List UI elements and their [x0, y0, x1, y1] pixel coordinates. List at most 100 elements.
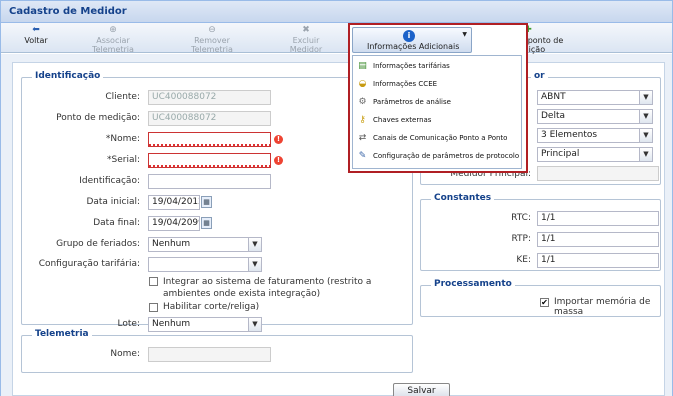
data-final-label: Data final:: [93, 218, 140, 228]
menu-item-protocol[interactable]: ✎ Configuração de parâmetros de protocol…: [353, 148, 521, 165]
data-final-field[interactable]: 19/04/2099: [148, 216, 200, 231]
ke-label: KE:: [516, 255, 531, 265]
data-inicial-field[interactable]: 19/04/2012: [148, 195, 200, 210]
protocol-icon: ✎: [358, 151, 367, 161]
toolbar: ⬅ Voltar ⊕ Associar Telemetria ⊖ Remover…: [1, 23, 672, 54]
norm-select[interactable]: ABNT ▼: [537, 90, 653, 105]
content-area: Identificação Cliente: UC400088072 Ponto…: [1, 54, 672, 396]
grupo-feriados-value: Nenhum: [152, 239, 191, 249]
key-icon: ⚷: [359, 115, 366, 125]
rtc-label: RTC:: [511, 213, 531, 223]
processamento-fieldset: Processamento ✔ Importar memória de mass…: [420, 279, 661, 317]
config-tarifaria-select[interactable]: ▼: [148, 257, 262, 272]
connection-value: Delta: [541, 111, 566, 121]
processamento-legend: Processamento: [431, 279, 515, 289]
window-title: Cadastro de Medidor: [9, 6, 127, 17]
telemetria-nome-field[interactable]: [148, 347, 271, 362]
calendar-icon[interactable]: ▦: [201, 196, 212, 208]
menu-item-label: Informações tarifárias: [373, 62, 450, 70]
constantes-legend: Constantes: [431, 193, 495, 203]
form-panel: Identificação Cliente: UC400088072 Ponto…: [12, 62, 665, 396]
menu-item-label: Configuração de parâmetros de protocolo: [373, 152, 520, 160]
back-label: Voltar: [24, 36, 48, 45]
save-button[interactable]: Salvar: [393, 383, 450, 396]
rtc-field[interactable]: 1/1: [537, 211, 659, 226]
chevron-down-icon[interactable]: ▼: [248, 238, 261, 251]
chevron-down-icon[interactable]: ▼: [639, 148, 652, 161]
lote-label: Lote:: [117, 319, 140, 329]
lote-value: Nenhum: [152, 319, 191, 329]
delete-meter-button[interactable]: ✖ Excluir Medidor: [277, 25, 335, 54]
cliente-field[interactable]: UC400088072: [148, 90, 271, 105]
serial-field[interactable]: [148, 153, 271, 168]
identificacao-field[interactable]: [148, 174, 271, 189]
elements-select[interactable]: 3 Elementos ▼: [537, 128, 653, 143]
remove-telemetry-button[interactable]: ⊖ Remover Telemetria: [174, 25, 250, 54]
menu-item-tariff[interactable]: ▤ Informações tarifárias: [353, 58, 521, 75]
importar-label: Importar memória de massa: [554, 297, 651, 317]
grupo-feriados-label: Grupo de feriados:: [56, 239, 140, 249]
menu-item-label: Chaves externas: [373, 116, 432, 124]
rtp-label: RTP:: [511, 234, 531, 244]
type-select[interactable]: Principal ▼: [537, 147, 653, 162]
cliente-label: Cliente:: [105, 92, 140, 102]
grupo-feriados-select[interactable]: Nenhum ▼: [148, 237, 262, 252]
rtp-field[interactable]: 1/1: [537, 232, 659, 247]
nome-field[interactable]: [148, 132, 271, 147]
chevron-down-icon[interactable]: ▼: [639, 110, 652, 123]
elements-value: 3 Elementos: [541, 130, 598, 140]
identificacao-legend: Identificação: [32, 71, 104, 81]
delete-label: Excluir Medidor: [289, 36, 323, 54]
additional-info-label: Informações Adicionais: [367, 42, 460, 51]
gear-icon: ⚙: [358, 97, 367, 107]
nome-label: *Nome:: [105, 134, 140, 144]
integrar-label: Integrar ao sistema de faturamento (rest…: [163, 277, 372, 299]
menu-item-label: Canais de Comunicação Ponto a Ponto: [373, 134, 508, 142]
title-bar: Cadastro de Medidor: [1, 1, 672, 23]
associate-telemetry-button[interactable]: ⊕ Associar Telemetria: [75, 25, 151, 54]
menu-item-ccee[interactable]: ◒ Informações CCEE: [353, 76, 521, 93]
menu-item-keys[interactable]: ⚷ Chaves externas: [353, 112, 521, 129]
integrar-checkbox[interactable]: [149, 277, 158, 286]
medidor-principal-field[interactable]: [537, 166, 659, 181]
meter-params-legend: or: [531, 71, 548, 81]
ponto-field[interactable]: UC400088072: [148, 111, 271, 126]
importar-checkbox[interactable]: ✔: [540, 298, 549, 307]
calendar-icon[interactable]: ▦: [201, 217, 212, 229]
chevron-down-icon[interactable]: ▼: [639, 129, 652, 142]
connection-select[interactable]: Delta ▼: [537, 109, 653, 124]
info-icon: i: [403, 30, 415, 42]
back-button[interactable]: ⬅ Voltar: [19, 25, 53, 45]
ccee-icon: ◒: [358, 79, 367, 89]
chevron-down-icon[interactable]: ▼: [639, 91, 652, 104]
habilitar-label: Habilitar corte/religa): [163, 302, 260, 312]
chevron-down-icon[interactable]: ▼: [248, 318, 261, 331]
tariff-icon: ▤: [358, 61, 367, 71]
type-value: Principal: [541, 149, 580, 159]
telemetria-nome-label: Nome:: [110, 349, 140, 359]
telemetria-fieldset: Telemetria Nome:: [21, 329, 413, 373]
associate-label: Associar Telemetria: [92, 36, 134, 54]
menu-item-channels[interactable]: ⇄ Canais de Comunicação Ponto a Ponto: [353, 130, 521, 147]
constantes-fieldset: Constantes RTC: 1/1 RTP: 1/1 KE: 1/1: [420, 193, 661, 271]
telemetria-legend: Telemetria: [32, 329, 92, 339]
window: Cadastro de Medidor ⬅ Voltar ⊕ Associar …: [0, 0, 673, 396]
ke-field[interactable]: 1/1: [537, 253, 659, 268]
habilitar-checkbox[interactable]: [149, 303, 158, 312]
additional-info-button[interactable]: i Informações Adicionais ▼: [352, 27, 472, 53]
additional-info-menu: i Informações Adicionais ▼ ▤ Informações…: [348, 23, 528, 173]
channels-icon: ⇄: [358, 133, 367, 143]
lote-select[interactable]: Nenhum ▼: [148, 317, 262, 332]
data-inicial-label: Data inicial:: [86, 197, 140, 207]
back-arrow-icon: ⬅: [32, 25, 40, 35]
chevron-down-icon: ▼: [462, 31, 467, 38]
delete-icon: ✖: [302, 25, 310, 35]
associate-icon: ⊕: [109, 25, 117, 35]
config-tarifaria-label: Configuração tarifária:: [38, 259, 140, 269]
menu-item-analysis[interactable]: ⚙ Parâmetros de análise: [353, 94, 521, 111]
menu-item-label: Parâmetros de análise: [373, 98, 451, 106]
chevron-down-icon[interactable]: ▼: [248, 258, 261, 271]
nome-error-icon: !: [274, 135, 283, 144]
menu-item-label: Informações CCEE: [373, 80, 438, 88]
serial-label: *Serial:: [107, 155, 140, 165]
